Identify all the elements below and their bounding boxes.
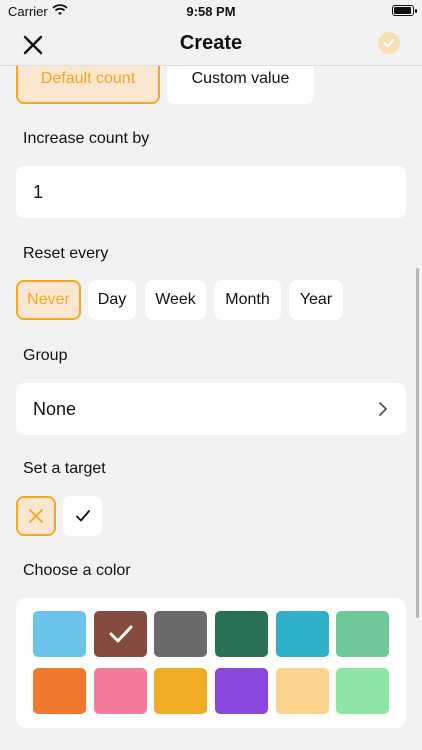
status-bar: Carrier 9:58 PM: [0, 0, 422, 24]
reset-year-label: Year: [299, 291, 333, 308]
color-grid: [16, 598, 406, 728]
status-time: 9:58 PM: [186, 4, 236, 19]
scrollbar[interactable]: [416, 268, 419, 618]
reset-week-button[interactable]: Week: [145, 280, 206, 320]
reset-day-button[interactable]: Day: [88, 280, 136, 320]
target-off-button[interactable]: [16, 496, 56, 536]
increase-input[interactable]: 1: [16, 166, 406, 218]
color-swatch[interactable]: [276, 611, 329, 657]
create-screen: Carrier 9:58 PM Create Default count Cus…: [0, 0, 422, 750]
checkmark-icon: [109, 625, 132, 643]
count-mode-default-label: Default count: [40, 70, 136, 87]
reset-never-button[interactable]: Never: [16, 280, 81, 320]
group-label: Group: [23, 347, 68, 364]
color-swatch[interactable]: [215, 668, 268, 714]
nav-bar: Create: [0, 24, 422, 66]
color-swatch[interactable]: [336, 668, 389, 714]
page-title: Create: [179, 32, 243, 54]
color-swatch[interactable]: [94, 668, 147, 714]
group-value: None: [33, 398, 77, 419]
color-swatch[interactable]: [276, 668, 329, 714]
chevron-right-icon: [379, 402, 387, 416]
reset-never-label: Never: [27, 291, 70, 308]
increase-value: 1: [33, 181, 44, 202]
close-icon: [29, 509, 43, 523]
group-select[interactable]: None: [16, 383, 406, 435]
reset-label: Reset every: [23, 245, 109, 262]
battery-icon: [392, 5, 417, 16]
color-swatch[interactable]: [215, 611, 268, 657]
reset-day-label: Day: [97, 291, 127, 308]
color-swatch[interactable]: [33, 668, 86, 714]
color-swatch-selected[interactable]: [94, 611, 147, 657]
checkmark-icon: [383, 38, 395, 48]
target-label: Set a target: [23, 460, 106, 477]
color-swatch[interactable]: [33, 611, 86, 657]
reset-month-button[interactable]: Month: [214, 280, 281, 320]
reset-week-label: Week: [155, 291, 196, 308]
target-on-button[interactable]: [63, 496, 102, 536]
done-button[interactable]: [378, 32, 400, 54]
increase-label: Increase count by: [23, 130, 150, 147]
count-mode-custom-label: Custom value: [191, 70, 290, 87]
color-swatch[interactable]: [336, 611, 389, 657]
reset-month-label: Month: [225, 291, 270, 308]
checkmark-icon: [75, 510, 90, 522]
color-swatch[interactable]: [154, 668, 207, 714]
color-label: Choose a color: [23, 562, 131, 579]
color-swatch[interactable]: [154, 611, 207, 657]
reset-year-button[interactable]: Year: [289, 280, 343, 320]
